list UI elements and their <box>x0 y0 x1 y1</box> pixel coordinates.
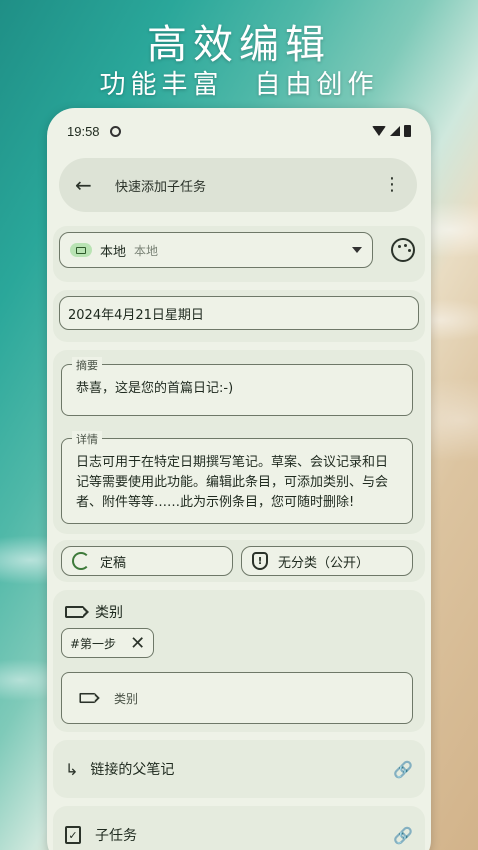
summary-label: 摘要 <box>72 357 102 373</box>
date-value: 2024年4月21日星期日 <box>68 307 204 323</box>
categories-title: 类别 <box>95 605 123 621</box>
collection-card: 本地 本地 <box>53 226 425 282</box>
collection-account: 本地 <box>134 243 159 258</box>
status-button[interactable]: 定稿 <box>61 546 233 576</box>
sync-icon <box>72 552 90 570</box>
status-label: 定稿 <box>100 555 127 571</box>
battery-icon <box>404 125 411 137</box>
categories-header: 类别 <box>65 602 123 622</box>
label-icon <box>79 692 100 704</box>
collection-name: 本地 <box>100 244 127 260</box>
folder-icon <box>76 246 86 254</box>
status-bar: 19:58 <box>47 108 431 154</box>
top-app-bar: ← 快速添加子任务 ⋮ <box>59 158 417 212</box>
categories-card: 类别 #第一步 ✕ 类别 <box>53 590 425 732</box>
back-arrow-icon[interactable]: ← <box>75 173 105 197</box>
subtasks-label: 子任务 <box>95 828 137 844</box>
category-input-placeholder: 类别 <box>114 691 139 706</box>
category-input[interactable]: 类别 <box>61 672 413 724</box>
add-link-icon[interactable]: 🔗 <box>393 760 413 779</box>
collection-select[interactable]: 本地 本地 <box>59 232 373 268</box>
parent-link-label: 链接的父笔记 <box>90 762 175 778</box>
sync-status-icon <box>109 125 121 137</box>
dropdown-icon <box>352 247 362 253</box>
summary-value: 恭喜，这是您的首篇日记:-) <box>76 381 234 396</box>
palette-icon[interactable] <box>391 238 415 262</box>
category-chip-label: #第一步 <box>70 636 117 651</box>
category-chip[interactable]: #第一步 ✕ <box>61 628 155 658</box>
add-link-icon[interactable]: 🔗 <box>393 826 413 845</box>
date-field[interactable]: 2024年4月21日星期日 <box>59 296 419 330</box>
label-icon <box>65 606 89 618</box>
shield-icon: ! <box>252 552 268 570</box>
details-field[interactable]: 详情 日志可用于在特定日期撰写笔记。草案、会议记录和日记等需要使用此功能。编辑此… <box>61 431 413 524</box>
details-label: 详情 <box>72 431 102 447</box>
text-card: 摘要 恭喜，这是您的首篇日记:-) 详情 日志可用于在特定日期撰写笔记。草案、会… <box>53 350 425 534</box>
toolbar-title: 快速添加子任务 <box>115 179 207 195</box>
status-card: 定稿 ! 无分类（公开） <box>53 540 425 582</box>
signal-icon <box>390 126 400 136</box>
summary-field[interactable]: 摘要 恭喜，这是您的首篇日记:-) <box>61 357 413 416</box>
status-icons <box>372 125 411 137</box>
date-card: 2024年4月21日星期日 <box>53 290 425 342</box>
more-vert-icon[interactable]: ⋮ <box>383 176 401 194</box>
parent-link-card[interactable]: ↳ 链接的父笔记 🔗 <box>53 740 425 798</box>
checkbox-icon: ✓ <box>65 826 81 844</box>
subtasks-card[interactable]: ✓ 子任务 🔗 <box>53 806 425 850</box>
classification-button[interactable]: ! 无分类（公开） <box>241 546 413 576</box>
folder-chip <box>70 243 92 257</box>
phone-screen: 19:58 ← 快速添加子任务 ⋮ 本地 本地 2024年4月21日星期日 摘要… <box>47 108 431 850</box>
subdirectory-arrow-icon: ↳ <box>65 759 79 779</box>
close-icon[interactable]: ✕ <box>130 633 145 654</box>
promo-subline: 功能丰富 自由创作 <box>99 70 379 100</box>
promo-headline: 高效编辑 <box>147 22 331 68</box>
details-value: 日志可用于在特定日期撰写笔记。草案、会议记录和日记等需要使用此功能。编辑此条目，… <box>76 455 389 510</box>
wifi-icon <box>372 126 386 136</box>
classification-label: 无分类（公开） <box>278 555 370 571</box>
status-time: 19:58 <box>67 123 100 139</box>
